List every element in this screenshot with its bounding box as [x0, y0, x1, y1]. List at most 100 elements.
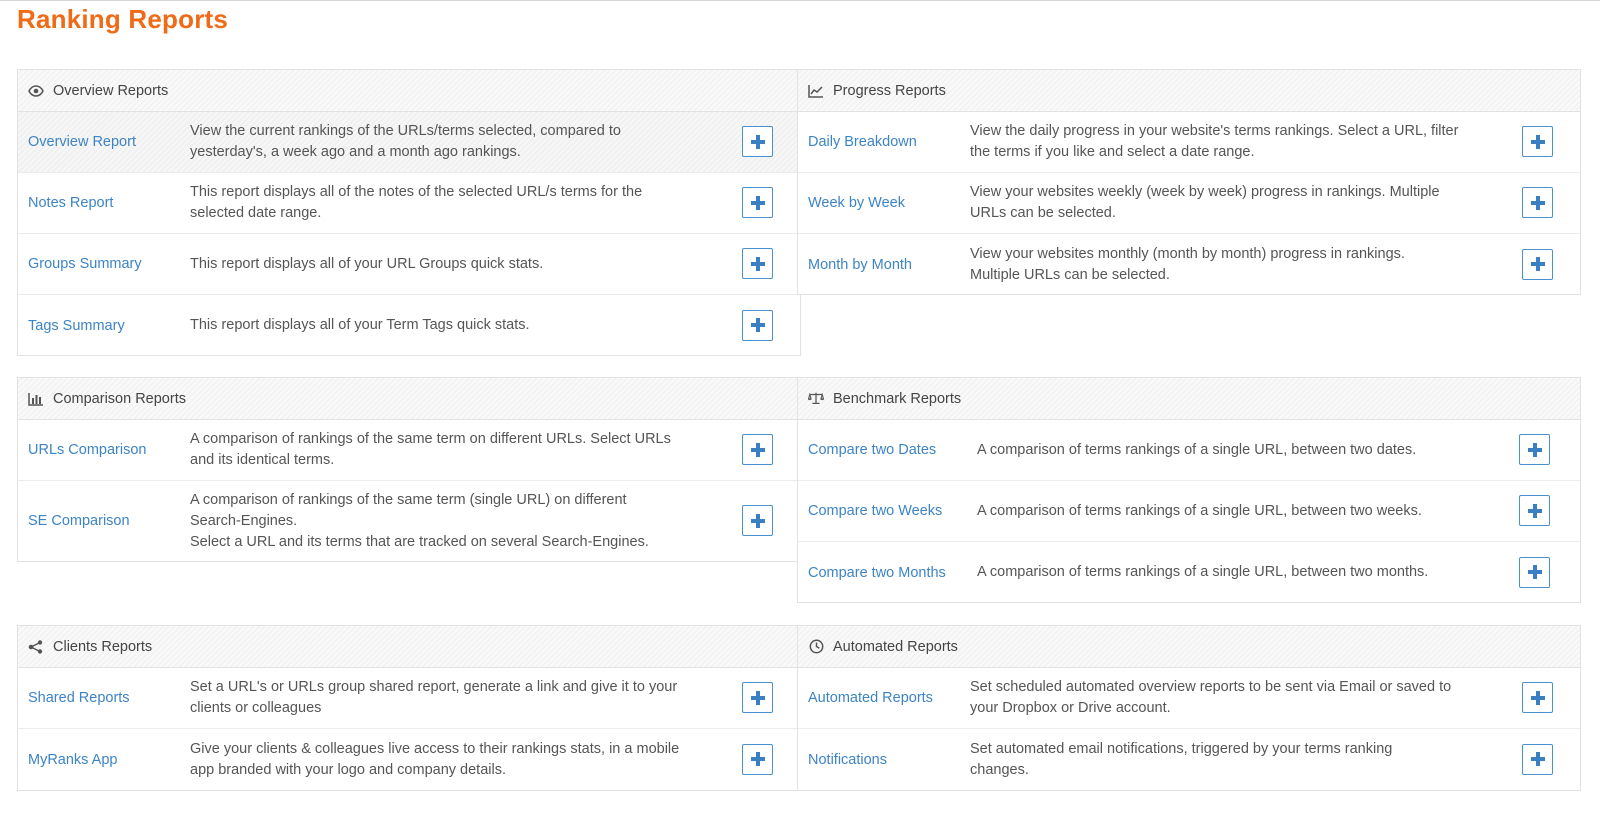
plus-icon: [750, 752, 765, 766]
panel-title: Progress Reports: [833, 82, 946, 99]
report-link[interactable]: MyRanks App: [28, 752, 117, 768]
description-line: View your websites monthly (month by mon…: [970, 245, 1405, 262]
add-button[interactable]: [1519, 434, 1550, 465]
add-button[interactable]: [742, 126, 773, 157]
description-line: This report displays all of the notes of…: [190, 184, 643, 200]
panel-header: Automated Reports: [798, 626, 1580, 668]
description-line: This report displays all of your URL Gro…: [190, 255, 544, 272]
report-link[interactable]: Notifications: [808, 752, 887, 768]
panel-title: Automated Reports: [833, 638, 958, 655]
panel-title: Benchmark Reports: [833, 390, 962, 407]
panel-header: Overview Reports: [18, 70, 800, 112]
report-row-urls-comparison: URLs Comparison A comparison of rankings…: [18, 420, 800, 481]
plus-icon: [750, 134, 765, 149]
panel-header: Comparison Reports: [18, 378, 800, 420]
report-row-week-by-week: Week by Week View your websites weekly (…: [798, 173, 1580, 234]
line-chart-icon: [808, 83, 824, 99]
description-line: Search-Engines.: [190, 512, 298, 529]
report-link[interactable]: Groups Summary: [28, 256, 142, 272]
description-line: A comparison of rankings of the same ter…: [190, 431, 671, 447]
add-button[interactable]: [1522, 126, 1553, 157]
report-description: This report displays all of your Term Ta…: [190, 315, 700, 336]
plus-icon: [750, 690, 765, 705]
report-description: This report displays all of your URL Gro…: [190, 254, 700, 275]
plus-icon: [1527, 503, 1542, 518]
report-link[interactable]: Automated Reports: [808, 690, 933, 706]
add-button[interactable]: [742, 309, 773, 341]
add-button[interactable]: [1519, 556, 1550, 588]
plus-icon: [1527, 442, 1542, 457]
add-button[interactable]: [742, 434, 773, 465]
plus-icon: [1530, 257, 1545, 271]
report-link[interactable]: Tags Summary: [28, 318, 125, 334]
description-line: clients or colleagues: [190, 700, 322, 716]
report-row-compare-two-months: Compare two Months A comparison of terms…: [798, 542, 1580, 603]
plus-icon: [1530, 195, 1545, 210]
report-row-se-comparison: SE Comparison A comparison of rankings o…: [18, 481, 800, 561]
report-row-month-by-month: Month by Month View your websites monthl…: [798, 234, 1580, 295]
report-link[interactable]: Overview Report: [28, 134, 136, 150]
description-line: the terms if you like and select a date …: [970, 144, 1255, 160]
plus-icon: [750, 513, 765, 528]
add-button[interactable]: [742, 187, 773, 218]
report-link[interactable]: Shared Reports: [28, 690, 130, 706]
report-description: Give your clients & colleagues live acce…: [190, 739, 700, 781]
add-button[interactable]: [742, 743, 773, 775]
report-row-daily-breakdown: Daily Breakdown View the daily progress …: [798, 112, 1580, 173]
report-row-groups-summary: Groups Summary This report displays all …: [18, 234, 800, 295]
panel-header: Benchmark Reports: [798, 378, 1580, 420]
description-line: and its identical terms.: [190, 452, 335, 468]
description-line: View your websites weekly (week by week)…: [970, 184, 1440, 200]
report-row-compare-two-dates: Compare two Dates A comparison of terms …: [798, 420, 1580, 481]
report-description: This report displays all of the notes of…: [190, 182, 700, 224]
report-link[interactable]: Notes Report: [28, 195, 113, 211]
description-line: Select a URL and its terms that are trac…: [190, 533, 649, 550]
description-line: Set a URL's or URLs group shared report,…: [190, 679, 678, 695]
panel-header: Progress Reports: [798, 70, 1580, 112]
plus-icon: [1530, 752, 1545, 766]
report-link[interactable]: Compare two Dates: [808, 442, 936, 458]
report-row-overview-report: Overview Report View the current ranking…: [18, 112, 800, 173]
add-button[interactable]: [742, 505, 773, 536]
plus-icon: [750, 195, 765, 210]
panel-title: Comparison Reports: [53, 390, 186, 407]
panel-header: Clients Reports: [18, 626, 800, 668]
clock-icon: [808, 639, 824, 655]
report-link[interactable]: Week by Week: [808, 195, 905, 211]
description-line: View the current rankings of the URLs/te…: [190, 123, 621, 139]
report-link[interactable]: SE Comparison: [28, 513, 130, 529]
panel-title: Clients Reports: [53, 638, 153, 655]
description-line: changes.: [970, 761, 1029, 778]
report-link[interactable]: Daily Breakdown: [808, 134, 917, 150]
add-button[interactable]: [1519, 495, 1550, 526]
add-button[interactable]: [742, 248, 773, 279]
report-row-automated-reports: Automated Reports Set scheduled automate…: [798, 668, 1580, 729]
report-description: Set a URL's or URLs group shared report,…: [190, 677, 700, 719]
plus-icon: [1530, 134, 1545, 149]
bar-chart-icon: [28, 391, 44, 407]
report-link[interactable]: Month by Month: [808, 257, 912, 273]
add-button[interactable]: [1522, 743, 1553, 775]
automated-reports-panel: Automated Reports Automated Reports Set …: [797, 625, 1581, 791]
description-line: A comparison of rankings of the same ter…: [190, 491, 627, 508]
report-description: A comparison of terms rankings of a sing…: [977, 440, 1477, 461]
report-link[interactable]: Compare two Weeks: [808, 503, 942, 519]
add-button[interactable]: [1522, 248, 1553, 280]
add-button[interactable]: [742, 682, 773, 713]
report-row-myranks-app: MyRanks App Give your clients & colleagu…: [18, 729, 800, 790]
clients-reports-panel: Clients Reports Shared Reports Set a URL…: [17, 625, 801, 791]
report-row-compare-two-weeks: Compare two Weeks A comparison of terms …: [798, 481, 1580, 542]
description-line: Set automated email notifications, trigg…: [970, 740, 1393, 757]
scale-icon: [808, 391, 824, 407]
plus-icon: [750, 442, 765, 457]
plus-icon: [1527, 565, 1542, 579]
overview-reports-panel: Overview Reports Overview Report View th…: [17, 69, 801, 356]
description-line: Multiple URLs can be selected.: [970, 266, 1170, 283]
add-button[interactable]: [1522, 187, 1553, 218]
report-link[interactable]: Compare two Months: [808, 565, 946, 581]
report-link[interactable]: URLs Comparison: [28, 442, 146, 458]
report-description: Set scheduled automated overview reports…: [970, 677, 1490, 719]
eye-icon: [28, 83, 44, 99]
top-divider: [0, 0, 1600, 1]
add-button[interactable]: [1522, 682, 1553, 713]
